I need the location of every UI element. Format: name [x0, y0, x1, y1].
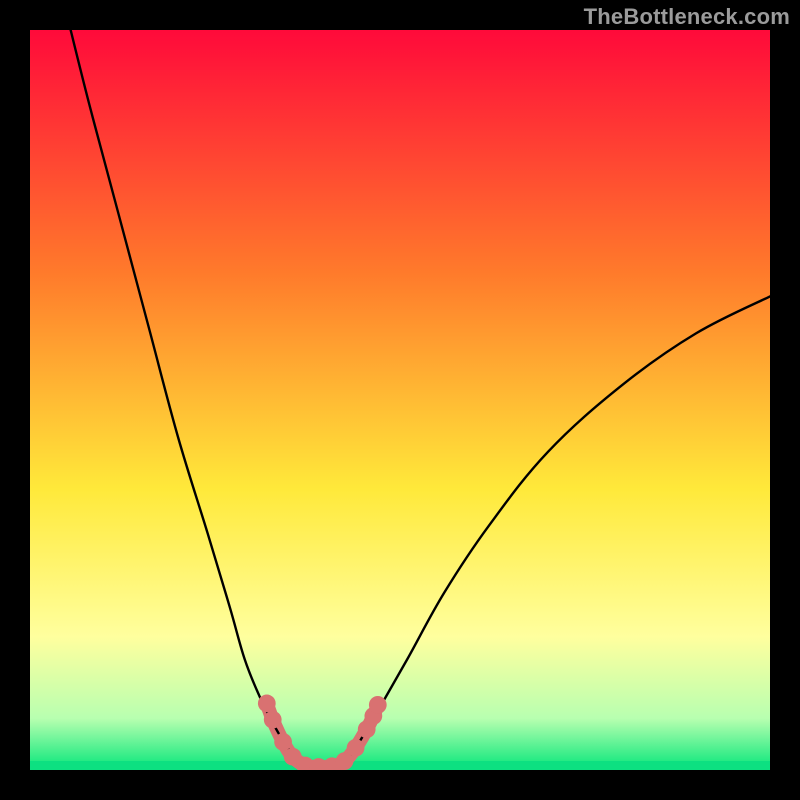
- bead-point: [369, 696, 387, 714]
- gradient-background: [30, 30, 770, 770]
- bead-point: [274, 733, 292, 751]
- green-bottom-band: [30, 761, 770, 770]
- watermark-text: TheBottleneck.com: [584, 4, 790, 30]
- bead-point: [264, 711, 282, 729]
- chart-frame: TheBottleneck.com: [0, 0, 800, 800]
- plot-area: [30, 30, 770, 770]
- bead-point: [347, 739, 365, 757]
- bead-point: [258, 695, 276, 713]
- bottleneck-chart: [30, 30, 770, 770]
